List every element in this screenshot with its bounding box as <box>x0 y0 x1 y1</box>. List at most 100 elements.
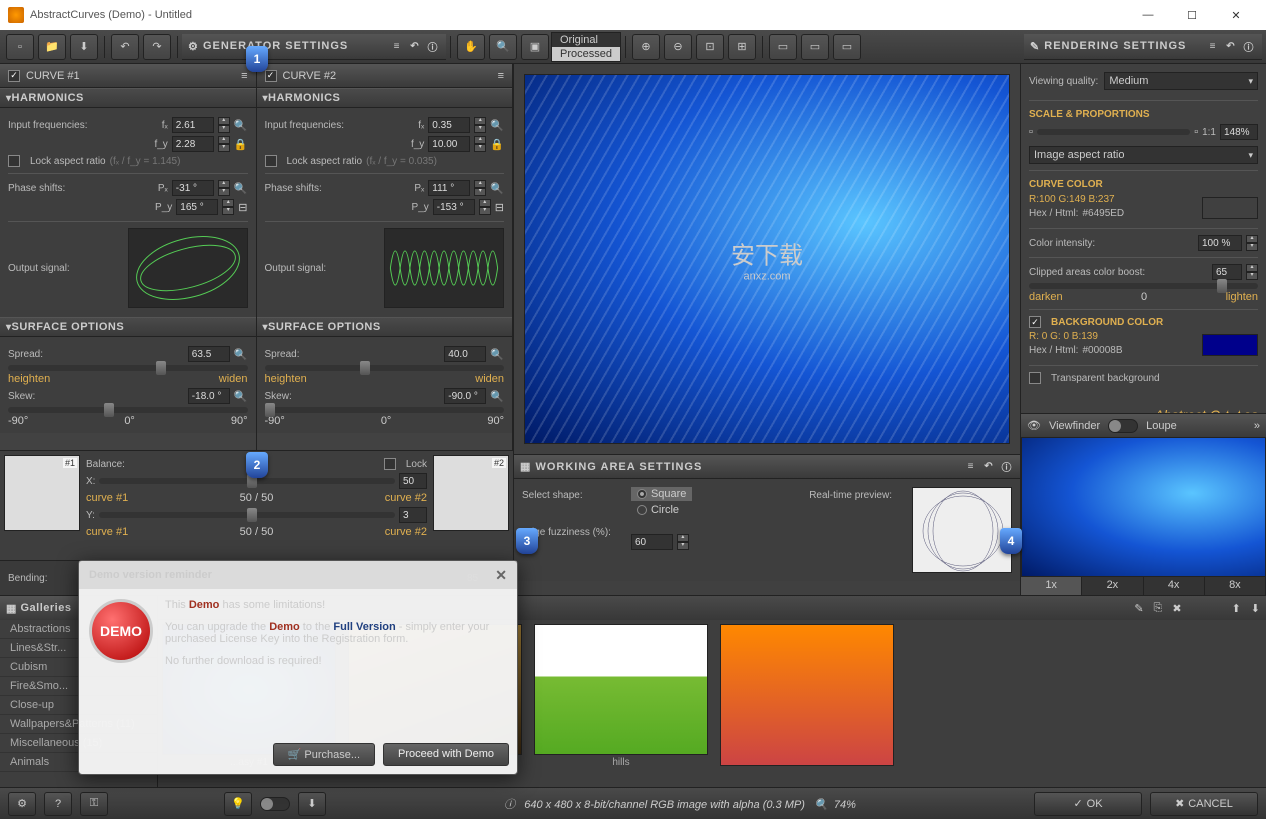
undo-icon[interactable]: ↶ <box>111 34 139 60</box>
compare-icon[interactable]: ▣ <box>521 34 549 60</box>
tab-original[interactable]: Original <box>552 33 620 47</box>
skew-input[interactable]: -18.0 ° <box>188 388 230 404</box>
lock-icon[interactable]: 🔒 <box>490 138 504 151</box>
edge-fuzziness-input[interactable]: 60 <box>631 534 673 550</box>
spread2-slider[interactable] <box>265 365 505 371</box>
open-file-icon[interactable]: 📁 <box>38 34 66 60</box>
zoom-out-icon[interactable]: ⊖ <box>664 34 692 60</box>
zoom-in-icon[interactable]: ⊕ <box>632 34 660 60</box>
balance-lock-checkbox[interactable] <box>384 458 396 470</box>
preview-mode-tabs[interactable]: Original Processed <box>551 32 621 62</box>
balance-y-slider[interactable] <box>99 512 395 518</box>
fy2-input[interactable]: 10.00 <box>428 136 470 152</box>
reset-icon[interactable]: ↶ <box>408 39 422 53</box>
fx-input[interactable]: 2.61 <box>172 117 214 133</box>
shape-square[interactable]: Square <box>631 487 692 501</box>
settings-icon[interactable]: ⚙ <box>8 792 36 816</box>
fx2-input[interactable]: 0.35 <box>428 117 470 133</box>
minimize-button[interactable]: — <box>1126 1 1170 29</box>
preview2-icon[interactable]: ▭ <box>801 34 829 60</box>
skew-slider[interactable] <box>8 407 248 413</box>
download-icon[interactable]: ⬇ <box>298 792 326 816</box>
viewing-quality-dropdown[interactable]: Medium <box>1104 72 1258 90</box>
skew2-input[interactable]: -90.0 ° <box>444 388 486 404</box>
scale-percent[interactable]: 148% <box>1220 124 1258 140</box>
proceed-button[interactable]: Proceed with Demo <box>383 743 509 766</box>
balance-y-value[interactable]: 3 <box>399 507 427 523</box>
expand-icon[interactable]: » <box>1254 420 1260 432</box>
dialog-close-button[interactable]: ✕ <box>495 567 507 584</box>
lock-icon[interactable]: ▫ <box>1194 126 1198 138</box>
reset-icon[interactable]: ↶ <box>1224 39 1238 53</box>
clipped-slider[interactable] <box>1029 283 1258 289</box>
menu-icon[interactable]: ≡ <box>1206 39 1220 53</box>
curve1-checkbox[interactable]: ✓ <box>8 70 20 82</box>
zoom-tool-icon[interactable]: 🔍 <box>489 34 517 60</box>
purchase-button[interactable]: 🛒 Purchase... <box>273 743 375 766</box>
close-button[interactable]: ✕ <box>1214 1 1258 29</box>
lock-icon[interactable]: ▫ <box>1029 126 1033 138</box>
balance-x-value[interactable]: 50 <box>399 473 427 489</box>
maximize-button[interactable]: ☐ <box>1170 1 1214 29</box>
zoom-8x[interactable]: 8x <box>1205 577 1266 595</box>
help-icon[interactable]: ? <box>44 792 72 816</box>
copy-icon[interactable]: ⎘ <box>1154 602 1163 615</box>
search-icon[interactable]: 🔍 <box>234 182 248 195</box>
zoom-2x[interactable]: 2x <box>1082 577 1143 595</box>
bg-color-swatch[interactable] <box>1202 334 1258 356</box>
shape-circle[interactable]: Circle <box>631 503 692 517</box>
intensity-input[interactable]: 100 % <box>1198 235 1242 251</box>
hand-tool-icon[interactable]: ✋ <box>457 34 485 60</box>
bulb-icon[interactable]: 💡 <box>224 792 252 816</box>
search-icon[interactable]: 🔍 <box>234 348 248 361</box>
menu-icon[interactable]: ≡ <box>390 39 404 53</box>
gallery-thumb[interactable] <box>720 624 894 770</box>
spread2-input[interactable]: 40.0 <box>444 346 486 362</box>
upload-icon[interactable]: ⬆ <box>1232 602 1241 615</box>
viewfinder-preview[interactable] <box>1021 437 1266 577</box>
download-icon[interactable]: ⬇ <box>1251 602 1260 615</box>
new-file-icon[interactable]: ▫ <box>6 34 34 60</box>
info-icon[interactable]: ⓘ <box>1242 39 1256 53</box>
lock-aspect-checkbox[interactable] <box>8 155 20 167</box>
spread-slider[interactable] <box>8 365 248 371</box>
fit-icon[interactable]: ⊡ <box>696 34 724 60</box>
info-icon[interactable]: ⓘ <box>426 39 440 53</box>
py2-input[interactable]: -153 ° <box>433 199 475 215</box>
tab-processed[interactable]: Processed <box>552 47 620 61</box>
main-preview[interactable]: 安下载 anxz.com <box>524 74 1010 444</box>
fy-input[interactable]: 2.28 <box>172 136 214 152</box>
key-icon[interactable]: ⚿ <box>80 792 108 816</box>
ok-button[interactable]: ✓ OK <box>1034 792 1142 816</box>
theme-toggle[interactable] <box>260 797 290 811</box>
delete-icon[interactable]: ✖ <box>1172 602 1181 615</box>
actual-size-icon[interactable]: ⊞ <box>728 34 756 60</box>
scale-slider[interactable] <box>1037 129 1190 135</box>
viewfinder-toggle[interactable] <box>1108 419 1138 433</box>
px2-input[interactable]: 111 ° <box>428 180 470 196</box>
curve2-thumb[interactable]: #2 <box>433 455 509 531</box>
zoom-4x[interactable]: 4x <box>1144 577 1205 595</box>
curve2-checkbox[interactable]: ✓ <box>265 70 277 82</box>
search-icon[interactable]: 🔍 <box>234 390 248 403</box>
menu-icon[interactable]: ≡ <box>498 70 504 82</box>
curve-color-swatch[interactable] <box>1202 197 1258 219</box>
menu-icon[interactable]: ≡ <box>241 70 247 82</box>
skew2-slider[interactable] <box>265 407 505 413</box>
aspect-dropdown[interactable]: Image aspect ratio <box>1029 146 1258 164</box>
cancel-button[interactable]: ✖ CANCEL <box>1150 792 1258 816</box>
curve1-thumb[interactable]: #1 <box>4 455 80 531</box>
link-icon[interactable]: ⊟ <box>238 201 247 214</box>
search-icon[interactable]: 🔍 <box>234 119 248 132</box>
bgcolor-checkbox[interactable]: ✓ <box>1029 316 1041 328</box>
redo-icon[interactable]: ↷ <box>143 34 171 60</box>
preview3-icon[interactable]: ▭ <box>833 34 861 60</box>
spread-input[interactable]: 63.5 <box>188 346 230 362</box>
clipped-input[interactable]: 65 <box>1212 264 1242 280</box>
curve1-tab[interactable]: ✓ CURVE #1 ≡ <box>0 64 256 88</box>
zoom-1x[interactable]: 1x <box>1021 577 1082 595</box>
preview1-icon[interactable]: ▭ <box>769 34 797 60</box>
curve2-tab[interactable]: ✓ CURVE #2 ≡ <box>257 64 513 88</box>
px-input[interactable]: -31 ° <box>172 180 214 196</box>
save-icon[interactable]: ⬇ <box>70 34 98 60</box>
